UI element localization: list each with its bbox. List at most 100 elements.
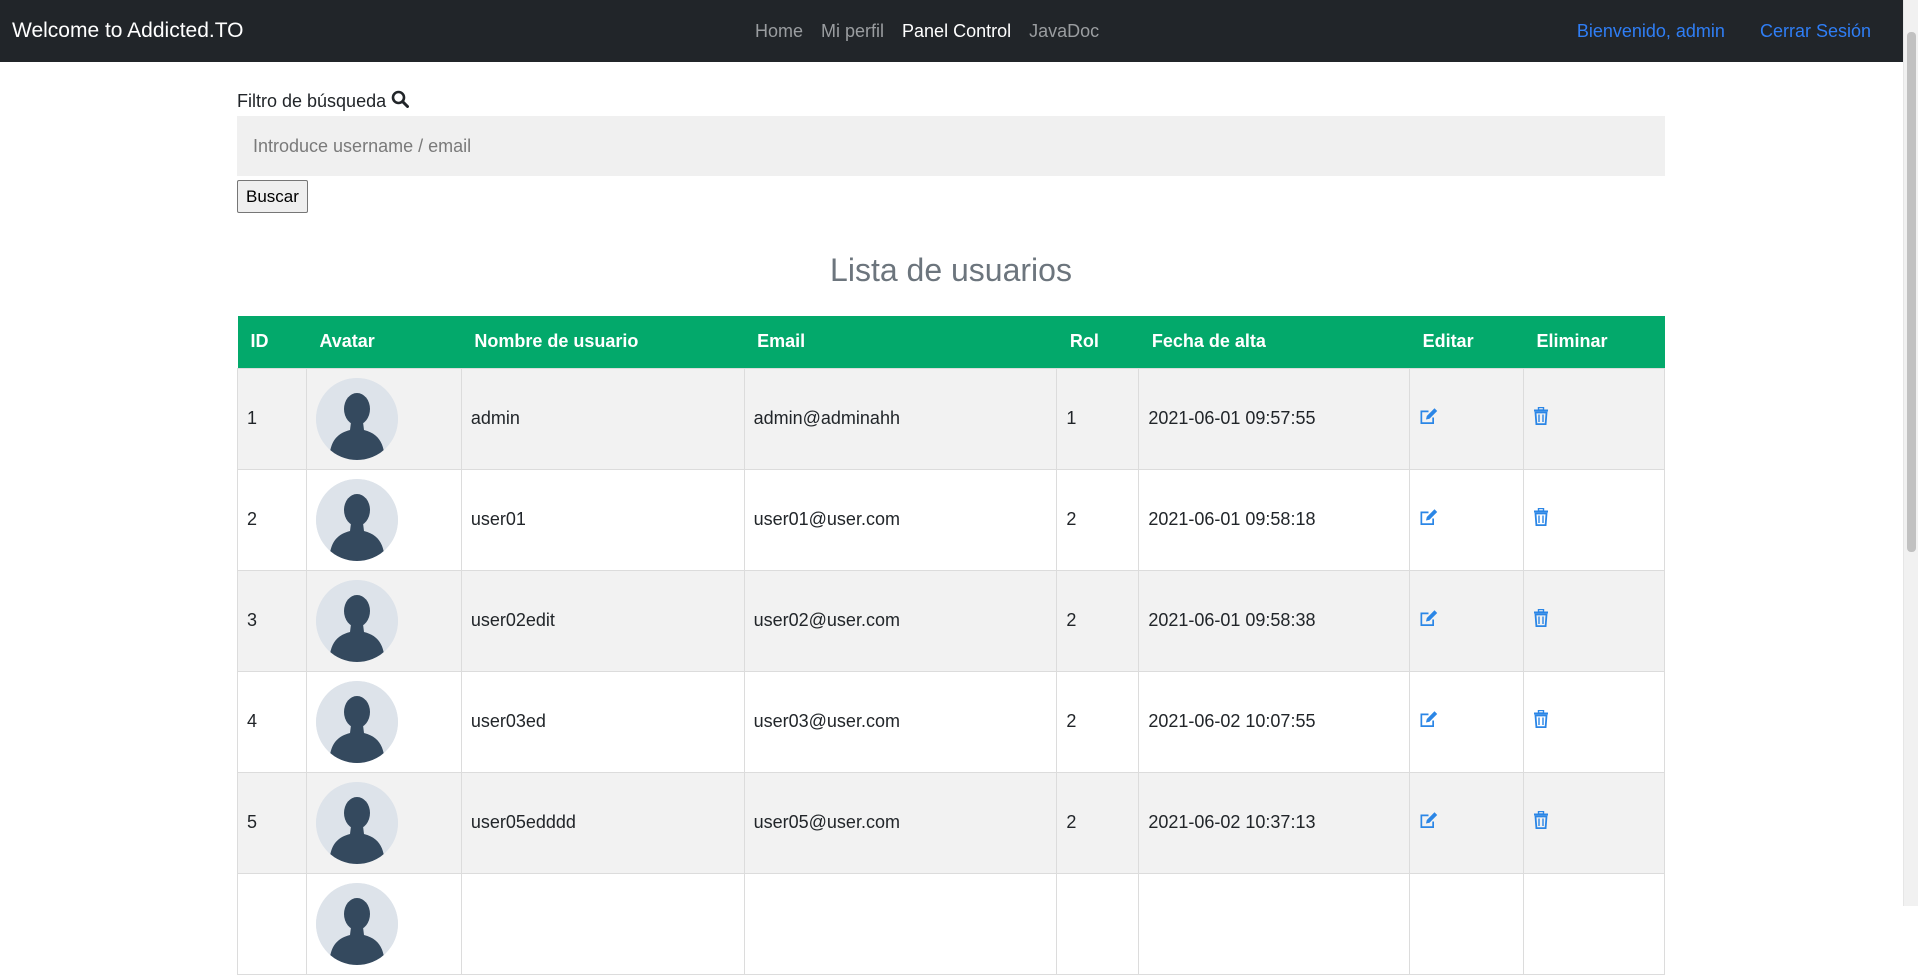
cell-fecha-alta: 2021-06-01 09:58:38 bbox=[1138, 569, 1411, 672]
avatar bbox=[315, 579, 398, 662]
cell-avatar bbox=[305, 367, 462, 470]
table-row: 3 user02edit user02@user.com 2 2021-06-01 09… bbox=[237, 569, 1666, 672]
column-header-email: Email bbox=[744, 316, 1057, 368]
column-header-avatar: Avatar bbox=[306, 316, 462, 368]
users-table: ID Avatar Nombre de usuario Email Rol Fe… bbox=[237, 316, 1666, 975]
table-row bbox=[237, 872, 1666, 975]
cell-editar bbox=[1409, 569, 1524, 672]
column-header-username: Nombre de usuario bbox=[461, 316, 745, 368]
cell-rol bbox=[1056, 872, 1140, 975]
nav-link-javadoc[interactable]: JavaDoc bbox=[1029, 21, 1099, 42]
user-silhouette-icon bbox=[315, 882, 398, 965]
avatar bbox=[315, 377, 398, 460]
trash-icon[interactable] bbox=[1533, 507, 1549, 531]
cell-username: user01 bbox=[460, 468, 745, 571]
trash-icon[interactable] bbox=[1533, 406, 1549, 430]
column-header-fecha-alta: Fecha de alta bbox=[1138, 316, 1410, 368]
search-button[interactable]: Buscar bbox=[237, 180, 308, 213]
trash-icon[interactable] bbox=[1533, 810, 1549, 834]
page-title: Lista de usuarios bbox=[830, 252, 1072, 288]
search-input[interactable] bbox=[237, 116, 1665, 176]
cell-fecha-alta: 2021-06-02 10:37:13 bbox=[1138, 771, 1411, 874]
cell-id: 5 bbox=[237, 771, 307, 874]
column-header-id: ID bbox=[237, 316, 307, 368]
welcome-user-link[interactable]: Bienvenido, admin bbox=[1577, 21, 1725, 42]
cell-avatar bbox=[305, 468, 462, 571]
avatar bbox=[315, 882, 398, 965]
avatar bbox=[315, 781, 398, 864]
cell-id: 2 bbox=[237, 468, 307, 571]
table-row: 1 admin admin@adminahh 1 2021-06-01 09:57:55 bbox=[237, 367, 1666, 470]
cell-email: user05@user.com bbox=[743, 771, 1058, 874]
cell-eliminar bbox=[1522, 771, 1666, 874]
user-silhouette-icon bbox=[315, 579, 398, 662]
cell-username: user03ed bbox=[460, 670, 745, 773]
top-navbar: Welcome to Addicted.TO Home Mi perfil Pa… bbox=[0, 0, 1903, 62]
edit-icon[interactable] bbox=[1419, 407, 1439, 430]
search-filter-label: Filtro de búsqueda bbox=[237, 90, 410, 113]
cell-email: user01@user.com bbox=[743, 468, 1058, 571]
table-row: 2 user01 user01@user.com 2 2021-06-01 09:58:… bbox=[237, 468, 1666, 571]
cell-fecha-alta: 2021-06-01 09:57:55 bbox=[1138, 367, 1411, 470]
cell-email bbox=[743, 872, 1058, 975]
nav-link-mi-perfil[interactable]: Mi perfil bbox=[821, 21, 884, 42]
users-table-body: 1 admin admin@adminahh 1 2021-06-01 09:57:55… bbox=[237, 367, 1666, 975]
cell-fecha-alta: 2021-06-02 10:07:55 bbox=[1138, 670, 1411, 773]
user-silhouette-icon bbox=[315, 680, 398, 763]
table-header-row: ID Avatar Nombre de usuario Email Rol Fe… bbox=[237, 316, 1665, 368]
edit-icon[interactable] bbox=[1419, 710, 1439, 733]
nav-link-home[interactable]: Home bbox=[755, 21, 803, 42]
scrollbar-thumb[interactable] bbox=[1907, 32, 1916, 552]
cell-username: user05edddd bbox=[460, 771, 745, 874]
cell-eliminar bbox=[1522, 468, 1666, 571]
cell-email: user02@user.com bbox=[743, 569, 1058, 672]
cell-username: admin bbox=[460, 367, 745, 470]
cell-avatar bbox=[305, 872, 462, 975]
cell-editar bbox=[1409, 872, 1524, 975]
cell-avatar bbox=[305, 670, 462, 773]
cell-email: user03@user.com bbox=[743, 670, 1058, 773]
user-nav: Bienvenido, admin Cerrar Sesión bbox=[1577, 0, 1871, 62]
cell-editar bbox=[1409, 468, 1524, 571]
cell-fecha-alta bbox=[1138, 872, 1411, 975]
cell-editar bbox=[1409, 771, 1524, 874]
brand-title[interactable]: Welcome to Addicted.TO bbox=[12, 0, 244, 62]
page-scrollbar[interactable] bbox=[1903, 0, 1918, 906]
cell-rol: 2 bbox=[1056, 771, 1140, 874]
nav-link-panel-control[interactable]: Panel Control bbox=[902, 21, 1011, 42]
user-silhouette-icon bbox=[315, 377, 398, 460]
column-header-rol: Rol bbox=[1056, 316, 1139, 368]
cell-rol: 2 bbox=[1056, 468, 1140, 571]
cell-eliminar bbox=[1522, 872, 1666, 975]
table-row: 5 user05edddd user05@user.com 2 2021-06-02 1… bbox=[237, 771, 1666, 874]
column-header-editar: Editar bbox=[1409, 316, 1524, 368]
logout-link[interactable]: Cerrar Sesión bbox=[1760, 21, 1871, 42]
trash-icon[interactable] bbox=[1533, 709, 1549, 733]
cell-avatar bbox=[305, 771, 462, 874]
cell-id: 1 bbox=[237, 367, 307, 470]
cell-rol: 2 bbox=[1056, 569, 1140, 672]
cell-id: 4 bbox=[237, 670, 307, 773]
cell-editar bbox=[1409, 367, 1524, 470]
table-row: 4 user03ed user03@user.com 2 2021-06-02 10:0… bbox=[237, 670, 1666, 773]
avatar bbox=[315, 680, 398, 763]
edit-icon[interactable] bbox=[1419, 508, 1439, 531]
cell-username bbox=[460, 872, 745, 975]
cell-eliminar bbox=[1522, 670, 1666, 773]
cell-editar bbox=[1409, 670, 1524, 773]
search-icon bbox=[391, 90, 410, 113]
trash-icon[interactable] bbox=[1533, 608, 1549, 632]
edit-icon[interactable] bbox=[1419, 609, 1439, 632]
cell-rol: 1 bbox=[1056, 367, 1140, 470]
cell-avatar bbox=[305, 569, 462, 672]
avatar bbox=[315, 478, 398, 561]
column-header-eliminar: Eliminar bbox=[1523, 316, 1665, 368]
cell-rol: 2 bbox=[1056, 670, 1140, 773]
cell-id: 3 bbox=[237, 569, 307, 672]
user-silhouette-icon bbox=[315, 781, 398, 864]
cell-fecha-alta: 2021-06-01 09:58:18 bbox=[1138, 468, 1411, 571]
cell-eliminar bbox=[1522, 367, 1666, 470]
search-filter-text: Filtro de búsqueda bbox=[237, 91, 387, 111]
cell-username: user02edit bbox=[460, 569, 745, 672]
edit-icon[interactable] bbox=[1419, 811, 1439, 834]
